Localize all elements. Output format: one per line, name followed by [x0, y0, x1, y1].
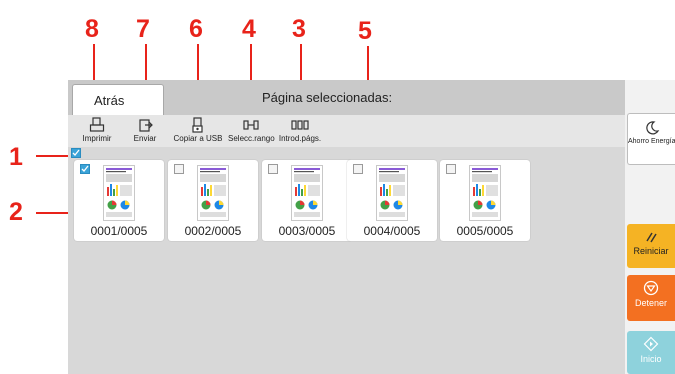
enter-pages-button[interactable]: Introd.págs.: [278, 115, 322, 147]
callout-1: 1: [9, 143, 23, 171]
usb-copy-icon: [192, 117, 203, 133]
enter-pages-button-label: Introd.págs.: [278, 134, 322, 143]
callout-1-line: [36, 155, 72, 157]
page-checkbox[interactable]: [353, 164, 363, 174]
send-icon: [139, 119, 153, 132]
callout-5: 5: [358, 17, 372, 45]
send-button[interactable]: Enviar: [130, 115, 160, 147]
page-input-icon: [291, 120, 309, 130]
callout-2: 2: [9, 198, 23, 226]
thumbnail-area: 0001/0005 0002/0005 0003/0005 0004/0005 …: [68, 147, 625, 374]
preview-screen: Atrás Página seleccionadas: Imprimir Env…: [68, 80, 625, 374]
back-button[interactable]: Atrás: [72, 84, 164, 115]
page-checkbox[interactable]: [268, 164, 278, 174]
select-range-button-label: Selecc.rango: [228, 134, 275, 143]
print-button[interactable]: Imprimir: [76, 115, 118, 147]
back-button-label: Atrás: [94, 93, 125, 108]
callout-6: 6: [189, 15, 203, 43]
page-checkbox[interactable]: [446, 164, 456, 174]
page-number: 0005/0005: [456, 224, 514, 238]
page-thumbnail[interactable]: 0003/0005: [262, 160, 352, 241]
send-button-label: Enviar: [133, 134, 157, 143]
stop-button-label: Detener: [634, 298, 668, 308]
page-preview-image: [376, 165, 408, 221]
page-preview-image: [103, 165, 135, 221]
callout-3: 3: [292, 15, 306, 43]
page-thumbnail[interactable]: 0004/0005: [347, 160, 437, 241]
printer-icon: [89, 117, 105, 132]
energy-saver-label: Ahorro Energía: [628, 138, 675, 145]
page-number: 0003/0005: [278, 224, 336, 238]
page-thumbnail[interactable]: 0005/0005: [440, 160, 530, 241]
page-number: 0002/0005: [184, 224, 242, 238]
reset-button-label: Reiniciar: [633, 246, 669, 256]
page-preview-image: [469, 165, 501, 221]
copy-to-usb-button[interactable]: Copiar a USB: [170, 115, 226, 147]
stop-button[interactable]: Detener: [627, 275, 675, 321]
page-checkbox[interactable]: [174, 164, 184, 174]
select-all-checkbox[interactable]: [71, 148, 81, 158]
page-number: 0001/0005: [90, 224, 148, 238]
print-button-label: Imprimir: [82, 134, 112, 143]
start-icon: [643, 336, 659, 352]
reset-icon: [646, 232, 657, 243]
callout-8: 8: [85, 15, 99, 43]
start-button-label: Inicio: [640, 354, 662, 364]
page-selection-status: Página seleccionadas:: [262, 90, 393, 105]
range-select-icon: [243, 120, 259, 130]
page-number: 0004/0005: [363, 224, 421, 238]
start-button[interactable]: Inicio: [627, 331, 675, 374]
callout-4: 4: [242, 15, 256, 43]
page-thumbnail[interactable]: 0002/0005: [168, 160, 258, 241]
stop-icon: [643, 280, 659, 296]
top-bar: Atrás Página seleccionadas:: [68, 80, 625, 115]
page-preview-image: [197, 165, 229, 221]
page-preview-image: [291, 165, 323, 221]
reset-button[interactable]: Reiniciar: [627, 224, 675, 268]
page-checkbox[interactable]: [80, 164, 90, 174]
energy-saver-button[interactable]: Ahorro Energía: [627, 113, 675, 165]
toolbar: Imprimir Enviar Copiar a USB Selecc.rang…: [68, 115, 625, 147]
moon-icon: [645, 121, 659, 135]
right-panel: Ahorro Energía Reiniciar Detener Inicio: [625, 80, 675, 374]
callout-7: 7: [136, 15, 150, 43]
copy-to-usb-button-label: Copiar a USB: [173, 134, 223, 143]
select-range-button[interactable]: Selecc.rango: [228, 115, 275, 147]
page-thumbnail[interactable]: 0001/0005: [74, 160, 164, 241]
